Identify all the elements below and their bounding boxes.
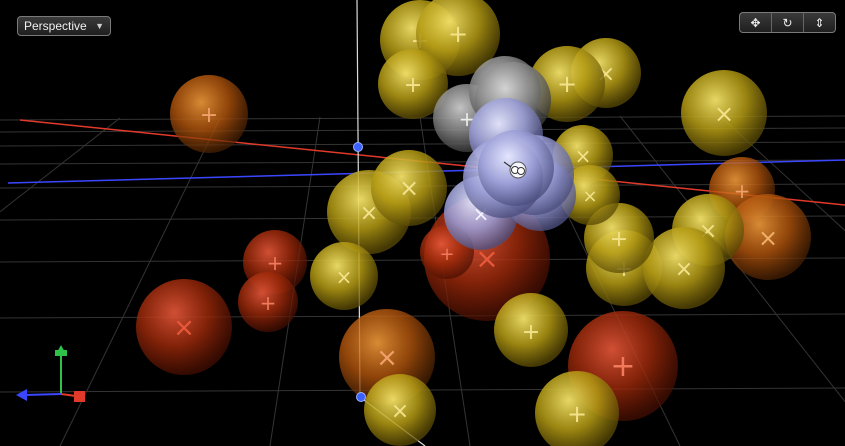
camera-view-dropdown[interactable]: Perspective ▼: [17, 16, 111, 36]
svg-text:×: ×: [758, 224, 778, 252]
svg-text:+: +: [200, 103, 218, 128]
particle-sphere[interactable]: ×: [364, 374, 436, 446]
dolly-icon[interactable]: ⇕: [803, 13, 835, 32]
particle-sphere[interactable]: ×: [371, 150, 447, 226]
gizmo-x-axis: [60, 393, 77, 397]
particle-sphere[interactable]: +: [170, 75, 248, 153]
svg-text:×: ×: [391, 399, 409, 424]
path-control-point[interactable]: [356, 392, 366, 402]
svg-text:×: ×: [575, 144, 592, 168]
svg-text:+: +: [260, 291, 277, 315]
canvas-viewport[interactable]: + × + × × + + × + + × × + × × × + + × + …: [0, 0, 845, 446]
svg-text:×: ×: [714, 100, 734, 128]
svg-text:×: ×: [376, 343, 398, 373]
svg-text:+: +: [404, 73, 422, 98]
particle-sphere[interactable]: +: [238, 272, 298, 332]
svg-text:+: +: [610, 349, 635, 384]
gizmo-z-arrow-icon[interactable]: [16, 389, 27, 401]
particle-sphere[interactable]: ×: [643, 227, 725, 309]
pan-icon[interactable]: ✥: [740, 13, 771, 32]
particle-sphere[interactable]: ×: [310, 242, 378, 310]
3d-scene[interactable]: + × + × × + + × + + × × + × × × + + × + …: [0, 0, 845, 446]
view-nav-controls: ✥ ↻ ⇕: [739, 12, 836, 33]
svg-text:×: ×: [399, 174, 419, 202]
svg-text:+: +: [267, 251, 284, 275]
gizmo-x-handle-icon[interactable]: [74, 391, 85, 402]
svg-text:×: ×: [173, 313, 195, 343]
triangle-down-icon: ▼: [95, 21, 104, 31]
particle-sphere[interactable]: +: [494, 293, 568, 367]
svg-text:×: ×: [336, 265, 353, 289]
svg-text:+: +: [557, 70, 577, 98]
svg-text:+: +: [610, 227, 628, 252]
svg-text:+: +: [439, 244, 454, 265]
particle-cloud[interactable]: + × + × × + + × + + × × + × × × + + × + …: [136, 0, 811, 446]
svg-text:+: +: [522, 320, 540, 345]
svg-text:+: +: [567, 400, 587, 428]
gizmo-z-axis: [24, 393, 62, 396]
path-control-point[interactable]: [353, 142, 363, 152]
particle-sphere[interactable]: ×: [681, 70, 767, 156]
particle-sphere[interactable]: ×: [136, 279, 232, 375]
svg-text:×: ×: [675, 257, 693, 282]
orbit-icon[interactable]: ↻: [771, 13, 803, 32]
svg-text:+: +: [448, 20, 468, 48]
svg-text:×: ×: [582, 186, 597, 207]
axis-gizmo[interactable]: [16, 345, 85, 402]
camera-view-label: Perspective: [24, 19, 87, 33]
